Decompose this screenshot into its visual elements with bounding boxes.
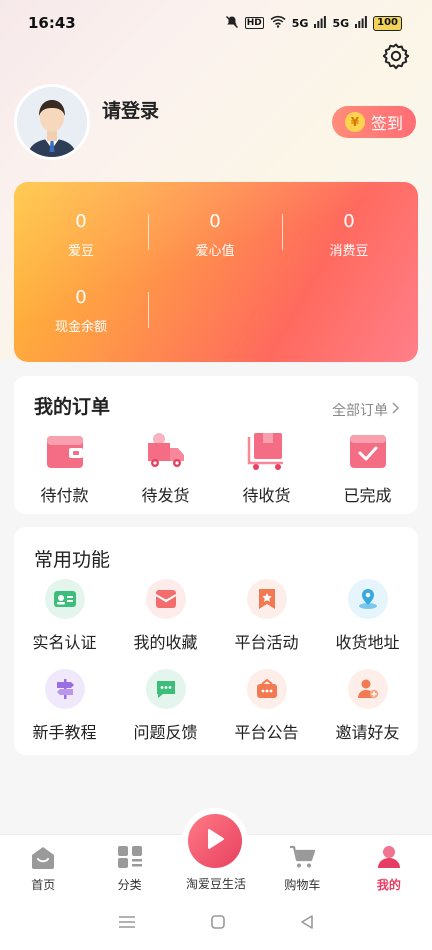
asset-consume-bean[interactable]: 0 消费豆 [282, 210, 416, 259]
menu-icon[interactable] [117, 914, 137, 934]
checkin-button[interactable]: ¥ 签到 [332, 106, 416, 138]
gear-icon [381, 41, 411, 75]
favorite-icon [145, 579, 186, 619]
signal-5g-2: 5G [332, 16, 350, 30]
status-time: 16:43 [28, 14, 76, 32]
event-flag-icon [246, 579, 287, 619]
tab-label: 淘爱豆生活 [186, 877, 247, 891]
function-invite-friends[interactable]: 邀请好友 [317, 669, 418, 743]
function-platform-activity[interactable]: 平台活动 [216, 579, 317, 653]
all-orders-link[interactable]: 全部订单 [332, 400, 400, 420]
signpost-icon [44, 669, 85, 709]
function-label: 实名认证 [32, 633, 97, 652]
asset-cash-balance[interactable]: 0 现金余额 [14, 286, 148, 335]
wallet-icon [42, 430, 88, 472]
delivery-truck-icon [143, 430, 189, 472]
asset-value: 0 [75, 287, 87, 308]
order-completed[interactable]: 已完成 [317, 430, 418, 506]
tab-label: 分类 [117, 878, 142, 892]
tab-label: 购物车 [284, 878, 321, 892]
order-status-label: 已完成 [343, 486, 392, 505]
life-play-button[interactable] [188, 814, 242, 868]
function-my-favorites[interactable]: 我的收藏 [115, 579, 216, 653]
tab-home[interactable]: 首页 [0, 835, 86, 898]
asset-label: 现金余额 [54, 320, 107, 335]
signal-bars-icon [314, 15, 327, 31]
card-shine [14, 182, 418, 362]
function-label: 新手教程 [32, 723, 97, 742]
play-icon [205, 828, 225, 854]
function-beginner-tutorial[interactable]: 新手教程 [14, 669, 115, 743]
category-icon [117, 845, 143, 872]
divider [148, 292, 149, 328]
function-label: 邀请好友 [335, 723, 400, 742]
login-prompt[interactable]: 请登录 [102, 96, 159, 123]
location-icon [347, 579, 388, 619]
all-orders-label: 全部订单 [332, 403, 388, 419]
orders-title: 我的订单 [34, 396, 111, 418]
system-navigation-bar [0, 898, 432, 950]
tab-cart[interactable]: 购物车 [259, 835, 345, 898]
back-triangle-icon[interactable] [299, 914, 315, 934]
asset-value: 0 [209, 211, 221, 232]
checkin-label: 签到 [370, 114, 403, 133]
function-real-name-auth[interactable]: 实名认证 [14, 579, 115, 653]
function-feedback[interactable]: 问题反馈 [115, 669, 216, 743]
function-announcement[interactable]: 平台公告 [216, 669, 317, 743]
home-square-icon[interactable] [210, 914, 226, 934]
profile-icon [376, 845, 402, 872]
function-shipping-address[interactable]: 收货地址 [317, 579, 418, 653]
hd-badge: HD [244, 17, 264, 29]
announcement-icon [246, 669, 287, 709]
function-row-1: 实名认证 我的收藏 平台活动 收货地址 [14, 579, 418, 653]
mute-icon [225, 15, 239, 32]
function-label: 平台活动 [234, 633, 299, 652]
signal-bars-icon [355, 15, 368, 31]
asset-aidou[interactable]: 0 爱豆 [14, 210, 148, 259]
battery-icon: 100 [373, 15, 402, 31]
orders-card: 我的订单 全部订单 待付款 待发货 待收货 已完成 [14, 376, 418, 514]
asset-value: 0 [75, 211, 87, 232]
tab-label: 我的 [376, 878, 401, 892]
asset-card: 0 爱豆 0 爱心值 0 消费豆 0 现金余额 [14, 182, 418, 362]
package-cart-icon [244, 430, 290, 472]
tab-category[interactable]: 分类 [86, 835, 172, 898]
invite-friend-icon [347, 669, 388, 709]
function-label: 平台公告 [234, 723, 299, 742]
asset-label: 爱豆 [67, 244, 94, 259]
function-label: 收货地址 [335, 633, 400, 652]
status-icons: HD 5G 5G 100 [225, 15, 402, 32]
order-pending-receipt[interactable]: 待收货 [216, 430, 317, 506]
avatar[interactable] [14, 84, 90, 160]
order-status-label: 待付款 [40, 486, 89, 505]
feedback-icon [145, 669, 186, 709]
tab-mine[interactable]: 我的 [346, 835, 432, 898]
asset-label: 消费豆 [329, 244, 369, 259]
function-label: 我的收藏 [133, 633, 198, 652]
order-pending-payment[interactable]: 待付款 [14, 430, 115, 506]
user-avatar-icon [17, 87, 87, 157]
order-status-label: 待发货 [141, 486, 190, 505]
cart-icon [289, 845, 316, 872]
order-pending-shipment[interactable]: 待发货 [115, 430, 216, 506]
functions-card: 常用功能 实名认证 我的收藏 平台活动 收货地址 新手教程 问题反馈 平台公告 … [14, 527, 418, 755]
function-label: 问题反馈 [133, 723, 198, 742]
completed-box-icon [345, 430, 391, 472]
status-bar: 16:43 HD 5G 5G 100 [0, 0, 432, 46]
asset-label: 爱心值 [195, 244, 235, 259]
order-status-row: 待付款 待发货 待收货 已完成 [14, 430, 418, 506]
home-icon [30, 845, 56, 872]
functions-title: 常用功能 [34, 549, 111, 571]
asset-value: 0 [343, 211, 355, 232]
signal-5g-1: 5G [291, 16, 309, 30]
order-status-label: 待收货 [242, 486, 291, 505]
asset-love-value[interactable]: 0 爱心值 [148, 210, 282, 259]
id-card-icon [44, 579, 85, 619]
function-row-2: 新手教程 问题反馈 平台公告 邀请好友 [14, 669, 418, 743]
wifi-icon [270, 15, 286, 31]
settings-button[interactable] [380, 42, 412, 74]
tab-label: 首页 [31, 878, 56, 892]
chevron-right-icon [390, 401, 400, 419]
coin-icon: ¥ [344, 112, 365, 132]
